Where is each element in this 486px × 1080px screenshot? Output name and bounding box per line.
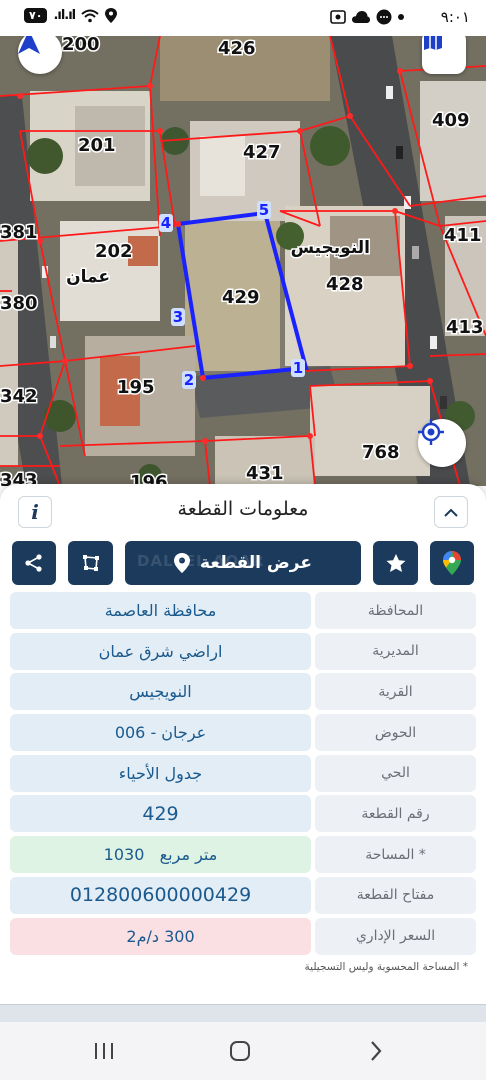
cloud-icon [352, 11, 370, 23]
place-name-amman: عمان [66, 267, 110, 287]
google-maps-icon [443, 551, 461, 575]
plot-info-table: المحافظة محافظة العاصمة المديرية اراضي ش… [10, 592, 476, 958]
plot-label-427[interactable]: 427 [242, 141, 283, 165]
plot-label-426[interactable]: 426 [217, 37, 258, 61]
row-value: جدول الأحياء [10, 754, 311, 792]
show-plot-button[interactable]: DALEEL AQAR عرض القطعة [125, 541, 361, 585]
home-icon [230, 1041, 250, 1061]
screen-record-icon [330, 10, 346, 24]
row-value: 1030 متر مربع [10, 836, 311, 874]
home-button[interactable] [218, 1036, 262, 1066]
crosshair-icon [418, 419, 444, 445]
plot-label-202[interactable]: 202 [94, 240, 135, 264]
vertex-label-2: 2 [184, 371, 194, 389]
status-left-icons: ٧٠ .ıl.ıl [24, 8, 118, 23]
polygon-icon [82, 555, 99, 571]
my-location-button[interactable] [418, 419, 466, 467]
info-row-governorate: المحافظة محافظة العاصمة [10, 592, 476, 629]
plot-label-195[interactable]: 195 [116, 376, 157, 400]
share-button[interactable] [12, 541, 56, 585]
vertex-label-1: 1 [293, 359, 303, 377]
row-label: الحوض [315, 714, 476, 752]
signal-icon: .ıl.ıl [53, 8, 76, 23]
place-name-nuwayjees: النويجيس [291, 238, 370, 258]
info-row-village: القرية النويجيس [10, 673, 476, 711]
plot-label-411[interactable]: 411 [443, 224, 484, 248]
plot-label-380[interactable]: 380 [0, 292, 39, 316]
plot-label-201[interactable]: 201 [77, 134, 118, 158]
plot-label-layer: 200 426 409 201 427 381 202 411 380 429 … [0, 36, 486, 486]
compass-arrow-icon [18, 36, 40, 54]
plot-info-panel: i معلومات القطعة DALEEL AQAR عرض القطعة … [0, 484, 486, 1014]
row-value: 300 د/م2 [10, 917, 311, 955]
area-footnote: * المساحة المحسوبة وليس التسجيلية [304, 961, 468, 973]
row-value: محافظة العاصمة [10, 592, 311, 629]
info-row-neighborhood: الحي جدول الأحياء [10, 754, 476, 792]
plot-label-768[interactable]: 768 [361, 441, 402, 465]
row-label: القرية [315, 673, 476, 711]
plot-label-431[interactable]: 431 [245, 462, 286, 486]
wifi-icon [81, 9, 99, 22]
back-icon [371, 1041, 382, 1061]
star-icon [386, 553, 405, 572]
plot-label-429[interactable]: 429 [221, 286, 262, 310]
row-value: عرجان - 006 [10, 714, 311, 752]
map-layers-button[interactable] [422, 36, 466, 74]
plot-label-381[interactable]: 381 [0, 221, 39, 245]
plot-label-200[interactable]: 200 [61, 36, 102, 57]
notification-dot-icon [398, 14, 404, 20]
plot-label-409[interactable]: 409 [431, 109, 472, 133]
bottom-sheet-peek [0, 1004, 486, 1024]
row-value: النويجيس [10, 673, 311, 711]
chevron-up-icon [444, 508, 458, 517]
info-row-basin: الحوض عرجان - 006 [10, 714, 476, 752]
row-value: اراضي شرق عمان [10, 632, 311, 670]
map-view[interactable]: 200 426 409 201 427 381 202 411 380 429 … [0, 36, 486, 486]
system-nav-bar [0, 1022, 486, 1080]
info-row-plot-number: رقم القطعة 429 [10, 795, 476, 833]
status-bar: ٧٠ .ıl.ıl ٩:٠١ [0, 0, 486, 36]
info-row-directorate: المديرية اراضي شرق عمان [10, 632, 476, 670]
vertex-label-5: 5 [259, 201, 269, 219]
collapse-button[interactable] [434, 496, 468, 528]
plot-label-428[interactable]: 428 [325, 273, 366, 297]
row-value[interactable]: 012800600000429 [10, 876, 311, 914]
info-row-admin-price: السعر الإداري 300 د/م2 [10, 917, 476, 955]
row-label: مفتاح القطعة [315, 876, 476, 914]
recent-apps-button[interactable] [82, 1036, 126, 1066]
map-layers-icon [424, 36, 442, 50]
battery-icon: ٧٠ [24, 8, 48, 23]
clock: ٩:٠١ [440, 8, 470, 26]
chat-icon [376, 9, 392, 25]
status-right-icons [330, 9, 404, 25]
recent-apps-icon [95, 1043, 113, 1059]
row-label: المساحة * [315, 836, 476, 874]
row-label: الحي [315, 754, 476, 792]
share-icon [25, 554, 42, 572]
row-label: السعر الإداري [315, 917, 476, 955]
info-row-area: المساحة * 1030 متر مربع [10, 836, 476, 874]
panel-title: معلومات القطعة [177, 498, 309, 520]
row-label: المديرية [315, 632, 476, 670]
plot-label-342[interactable]: 342 [0, 385, 39, 409]
favorite-button[interactable] [373, 541, 418, 585]
row-label: رقم القطعة [315, 795, 476, 833]
location-icon [105, 8, 118, 23]
google-maps-button[interactable] [430, 541, 474, 585]
vertex-label-3: 3 [173, 308, 183, 326]
watermark-text: DALEEL AQAR [137, 552, 265, 570]
plot-label-413[interactable]: 413 [445, 316, 486, 340]
back-button[interactable] [354, 1036, 398, 1066]
draw-polygon-button[interactable] [68, 541, 113, 585]
vertex-label-4: 4 [161, 214, 171, 232]
row-value: 429 [10, 795, 311, 833]
info-row-plot-key: مفتاح القطعة 012800600000429 [10, 876, 476, 914]
row-label: المحافظة [315, 592, 476, 629]
